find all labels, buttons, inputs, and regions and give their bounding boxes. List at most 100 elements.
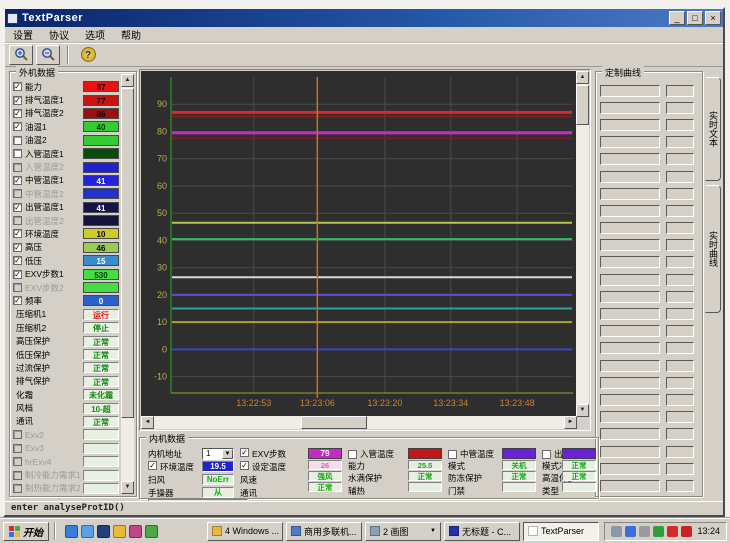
block-checkbox[interactable] bbox=[542, 450, 551, 459]
taskbar-window-button[interactable]: 无标题 - C... bbox=[444, 522, 520, 541]
curve-value-field[interactable] bbox=[666, 136, 694, 148]
row-checkbox[interactable] bbox=[13, 484, 22, 493]
curve-value-field[interactable] bbox=[666, 85, 694, 97]
row-checkbox[interactable]: ✓ bbox=[13, 256, 22, 265]
unit-address-select[interactable]: 1▼ bbox=[202, 448, 234, 460]
scroll-down-icon[interactable]: ▼ bbox=[121, 481, 134, 494]
mail-icon[interactable] bbox=[129, 525, 142, 538]
zoom-in-button[interactable] bbox=[9, 45, 33, 65]
curve-value-field[interactable] bbox=[666, 171, 694, 183]
curve-value-field[interactable] bbox=[666, 428, 694, 440]
scroll-left-icon[interactable]: ◄ bbox=[141, 416, 154, 429]
indoor-row-checkbox[interactable]: ✓ bbox=[240, 461, 249, 470]
chevron-down-icon[interactable]: ▼ bbox=[282, 528, 283, 534]
curve-name-field[interactable] bbox=[600, 153, 660, 165]
row-checkbox[interactable] bbox=[13, 444, 22, 453]
curve-value-field[interactable] bbox=[666, 325, 694, 337]
row-checkbox[interactable]: ✓ bbox=[13, 270, 22, 279]
curve-value-field[interactable] bbox=[666, 239, 694, 251]
menu-item[interactable]: 协议 bbox=[41, 26, 77, 43]
curve-name-field[interactable] bbox=[600, 360, 660, 372]
curve-value-field[interactable] bbox=[666, 153, 694, 165]
menu-item[interactable]: 帮助 bbox=[113, 26, 149, 43]
row-checkbox[interactable] bbox=[13, 216, 22, 225]
chart-horizontal-scrollbar[interactable]: ◄ ► bbox=[141, 416, 577, 429]
curve-name-field[interactable] bbox=[600, 291, 660, 303]
chevron-down-icon[interactable]: ▼ bbox=[430, 528, 436, 534]
folder-icon[interactable] bbox=[113, 525, 126, 538]
curve-name-field[interactable] bbox=[600, 377, 660, 389]
alert-icon[interactable] bbox=[667, 526, 678, 537]
curve-value-field[interactable] bbox=[666, 308, 694, 320]
scroll-thumb[interactable] bbox=[121, 88, 134, 418]
curve-value-field[interactable] bbox=[666, 222, 694, 234]
sidebar-scrollbar[interactable]: ▲ ▼ bbox=[121, 74, 134, 494]
row-checkbox[interactable] bbox=[13, 149, 22, 158]
row-checkbox[interactable] bbox=[13, 189, 22, 198]
curve-name-field[interactable] bbox=[600, 171, 660, 183]
ie-icon[interactable] bbox=[65, 525, 78, 538]
row-checkbox[interactable]: ✓ bbox=[13, 122, 22, 131]
curve-value-field[interactable] bbox=[666, 291, 694, 303]
curve-value-field[interactable] bbox=[666, 274, 694, 286]
curve-name-field[interactable] bbox=[600, 463, 660, 475]
browser-icon[interactable] bbox=[81, 525, 94, 538]
curve-value-field[interactable] bbox=[666, 394, 694, 406]
antivirus-icon[interactable] bbox=[653, 526, 664, 537]
chart-vertical-scrollbar[interactable]: ▲ ▼ bbox=[576, 71, 589, 417]
row-checkbox[interactable] bbox=[13, 163, 22, 172]
help-button[interactable]: ? bbox=[76, 45, 100, 65]
curve-value-field[interactable] bbox=[666, 256, 694, 268]
start-button[interactable]: 开始 bbox=[3, 522, 49, 541]
block-checkbox[interactable] bbox=[448, 450, 457, 459]
curve-value-field[interactable] bbox=[666, 411, 694, 423]
row-checkbox[interactable]: ✓ bbox=[13, 82, 22, 91]
menu-item[interactable]: 选项 bbox=[77, 26, 113, 43]
row-checkbox[interactable] bbox=[13, 430, 22, 439]
curve-name-field[interactable] bbox=[600, 85, 660, 97]
curve-value-field[interactable] bbox=[666, 205, 694, 217]
curve-name-field[interactable] bbox=[600, 102, 660, 114]
title-bar[interactable]: TextParser _ □ × bbox=[5, 9, 723, 27]
volume-icon[interactable] bbox=[639, 526, 650, 537]
scroll-up-icon[interactable]: ▲ bbox=[576, 71, 589, 84]
curve-value-field[interactable] bbox=[666, 342, 694, 354]
env-temp-checkbox[interactable]: ✓ bbox=[148, 461, 157, 470]
curve-name-field[interactable] bbox=[600, 205, 660, 217]
curve-name-field[interactable] bbox=[600, 136, 660, 148]
curve-value-field[interactable] bbox=[666, 188, 694, 200]
curve-name-field[interactable] bbox=[600, 119, 660, 131]
scroll-up-icon[interactable]: ▲ bbox=[121, 74, 134, 87]
curve-value-field[interactable] bbox=[666, 463, 694, 475]
curve-value-field[interactable] bbox=[666, 446, 694, 458]
row-checkbox[interactable]: ✓ bbox=[13, 96, 22, 105]
side-tab-2[interactable]: 实时曲线 bbox=[705, 185, 721, 313]
curve-value-field[interactable] bbox=[666, 377, 694, 389]
chart-svg[interactable]: 9080706050403020100-1013:22:5313:23:0613… bbox=[141, 71, 577, 417]
curve-name-field[interactable] bbox=[600, 411, 660, 423]
restore-button[interactable]: □ bbox=[687, 11, 703, 25]
curve-name-field[interactable] bbox=[600, 446, 660, 458]
minimize-button[interactable]: _ bbox=[669, 11, 685, 25]
messenger-icon[interactable] bbox=[625, 526, 636, 537]
curve-name-field[interactable] bbox=[600, 188, 660, 200]
curve-name-field[interactable] bbox=[600, 256, 660, 268]
curve-name-field[interactable] bbox=[600, 394, 660, 406]
row-checkbox[interactable]: ✓ bbox=[13, 176, 22, 185]
row-checkbox[interactable]: ✓ bbox=[13, 296, 22, 305]
curve-value-field[interactable] bbox=[666, 480, 694, 492]
row-checkbox[interactable] bbox=[13, 471, 22, 480]
side-tab-1[interactable]: 实时文本 bbox=[705, 77, 721, 181]
scroll-thumb[interactable] bbox=[576, 85, 589, 125]
curve-name-field[interactable] bbox=[600, 308, 660, 320]
taskbar-window-button[interactable]: 商用多联机... bbox=[286, 522, 362, 541]
taskbar-window-button[interactable]: TextParser bbox=[523, 522, 599, 541]
scroll-down-icon[interactable]: ▼ bbox=[576, 404, 589, 417]
indoor-row-checkbox[interactable]: ✓ bbox=[240, 448, 249, 457]
row-checkbox[interactable] bbox=[13, 457, 22, 466]
update-icon[interactable] bbox=[145, 525, 158, 538]
row-checkbox[interactable]: ✓ bbox=[13, 229, 22, 238]
printer-icon[interactable] bbox=[611, 526, 622, 537]
media-player-icon[interactable] bbox=[97, 525, 110, 538]
scroll-right-icon[interactable]: ► bbox=[564, 416, 577, 429]
